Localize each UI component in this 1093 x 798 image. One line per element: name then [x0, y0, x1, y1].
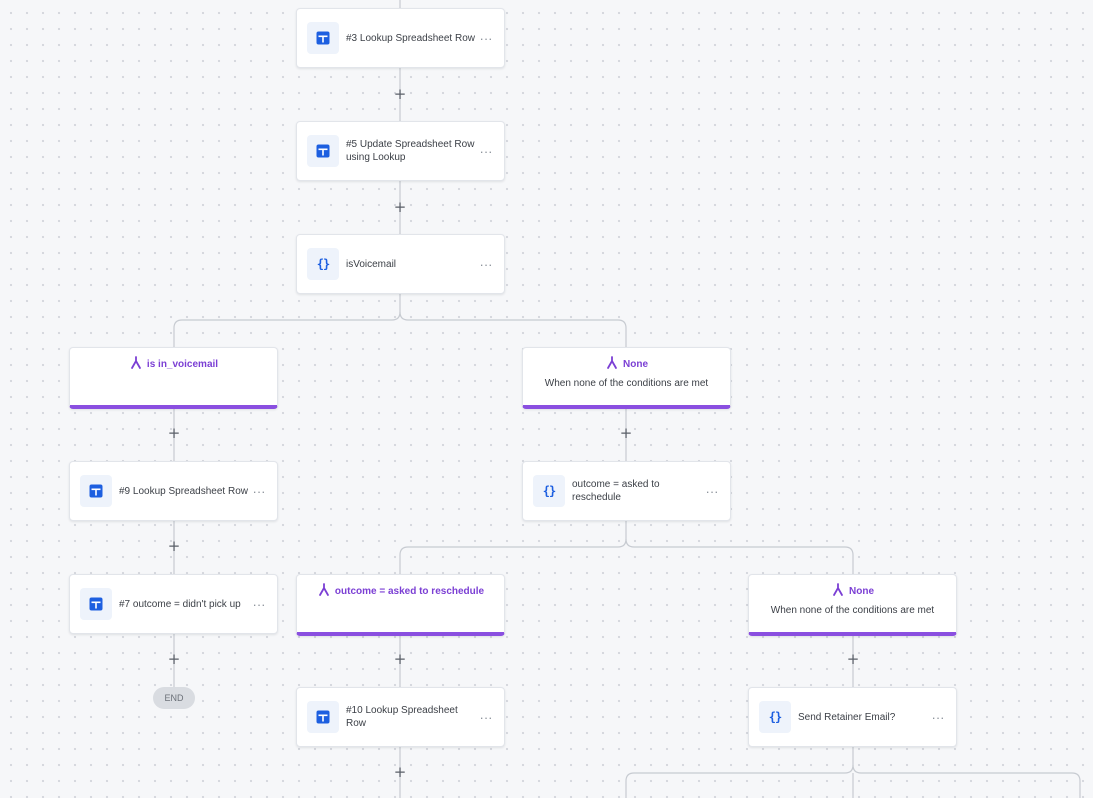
add-step-button[interactable]: + [167, 539, 181, 554]
branch-title: outcome = asked to reschedule [334, 586, 485, 597]
step-label: #10 Lookup Spreadsheet Row [346, 705, 458, 729]
branch-icon [129, 356, 143, 373]
more-options-icon[interactable]: ··· [478, 145, 494, 158]
add-step-button[interactable]: + [393, 765, 407, 780]
more-options-icon[interactable]: ··· [704, 485, 720, 498]
add-step-button[interactable]: + [167, 426, 181, 441]
step-node-outcome-asked-to-reschedule[interactable]: {} outcome = asked to reschedule ··· [522, 461, 731, 521]
add-step-button[interactable]: + [393, 87, 407, 102]
step-node-lookup-row-3[interactable]: #3 Lookup Spreadsheet Row ··· [296, 8, 505, 68]
code-icon: {} [533, 475, 565, 507]
more-options-icon[interactable]: ··· [478, 32, 494, 45]
step-node-outcome-didnt-pick-up[interactable]: #7 outcome = didn't pick up ··· [69, 574, 278, 634]
spreadsheet-icon [307, 22, 339, 54]
step-label: #7 outcome = didn't pick up [119, 598, 241, 610]
branch-card-none[interactable]: None When none of the conditions are met [522, 347, 731, 409]
spreadsheet-icon [307, 701, 339, 733]
spreadsheet-icon [307, 135, 339, 167]
spreadsheet-icon [80, 588, 112, 620]
step-node-lookup-row-9[interactable]: #9 Lookup Spreadsheet Row ··· [69, 461, 278, 521]
branch-title: is in_voicemail [146, 359, 219, 370]
branch-icon [831, 583, 845, 600]
code-icon: {} [759, 701, 791, 733]
step-label: isVoicemail [346, 258, 397, 270]
step-label: #5 Update Spreadsheet Row using Lookup [346, 139, 475, 163]
branch-subtitle: When none of the conditions are met [770, 605, 935, 616]
code-icon: {} [307, 248, 339, 280]
more-options-icon[interactable]: ··· [478, 711, 494, 724]
step-label: #9 Lookup Spreadsheet Row [119, 485, 248, 497]
add-step-button[interactable]: + [619, 426, 633, 441]
add-step-button[interactable]: + [846, 652, 860, 667]
more-options-icon[interactable]: ··· [930, 711, 946, 724]
step-label: outcome = asked to reschedule [572, 479, 660, 503]
step-node-is-voicemail[interactable]: {} isVoicemail ··· [296, 234, 505, 294]
branch-title: None [623, 359, 648, 370]
branch-card-none[interactable]: None When none of the conditions are met [748, 574, 957, 636]
step-label: Send Retainer Email? [798, 711, 896, 723]
more-options-icon[interactable]: ··· [251, 598, 267, 611]
branch-card-outcome-asked-to-reschedule[interactable]: outcome = asked to reschedule [296, 574, 505, 636]
branch-title: None [849, 586, 874, 597]
branch-icon [605, 356, 619, 373]
add-step-button[interactable]: + [167, 652, 181, 667]
spreadsheet-icon [80, 475, 112, 507]
branch-subtitle: When none of the conditions are met [544, 378, 709, 389]
step-label: #3 Lookup Spreadsheet Row [346, 32, 475, 44]
more-options-icon[interactable]: ··· [251, 485, 267, 498]
more-options-icon[interactable]: ··· [478, 258, 494, 271]
branch-icon [317, 583, 331, 600]
add-step-button[interactable]: + [393, 652, 407, 667]
step-node-send-retainer-email[interactable]: {} Send Retainer Email? ··· [748, 687, 957, 747]
end-marker: END [153, 687, 195, 709]
branch-card-is-in-voicemail[interactable]: is in_voicemail [69, 347, 278, 409]
step-node-update-row-5[interactable]: #5 Update Spreadsheet Row using Lookup ·… [296, 121, 505, 181]
add-step-button[interactable]: + [393, 200, 407, 215]
step-node-lookup-row-10[interactable]: #10 Lookup Spreadsheet Row ··· [296, 687, 505, 747]
